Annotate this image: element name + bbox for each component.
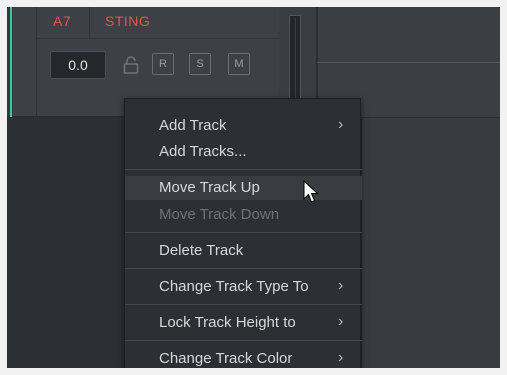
menu-item-label: Move Track Down xyxy=(159,206,280,223)
menu-item-label: Add Track xyxy=(159,117,227,134)
menu-separator xyxy=(125,232,362,233)
menu-separator xyxy=(125,340,362,341)
mouse-pointer-icon xyxy=(303,180,319,203)
track-context-menu: Add Track › Add Tracks... Move Track Up … xyxy=(124,98,362,368)
lane-divider xyxy=(317,62,500,63)
menu-item-add-tracks[interactable]: Add Tracks... xyxy=(125,140,362,164)
menu-separator xyxy=(125,304,362,305)
track-color-indicator xyxy=(10,7,12,117)
menu-item-label: Change Track Color xyxy=(159,350,293,367)
mute-button[interactable]: M xyxy=(228,53,250,75)
menu-item-change-track-type[interactable]: Change Track Type To › xyxy=(125,275,362,299)
track-header-empty-area xyxy=(7,118,127,368)
track-color-strip xyxy=(7,7,13,117)
track-id: A7 xyxy=(53,13,72,29)
track-id-divider xyxy=(89,7,90,39)
track-name-row: A7 STING xyxy=(37,7,279,39)
daw-window: A7 STING 0.0 R S M Add Track › Add Track… xyxy=(7,7,500,368)
solo-button[interactable]: S xyxy=(189,53,211,75)
menu-item-change-track-color[interactable]: Change Track Color › xyxy=(125,347,362,368)
lock-icon[interactable] xyxy=(122,55,140,75)
chevron-right-icon: › xyxy=(338,116,344,133)
menu-item-add-track[interactable]: Add Track › xyxy=(125,114,362,138)
menu-item-label: Add Tracks... xyxy=(159,143,247,160)
chevron-right-icon: › xyxy=(338,313,344,330)
menu-item-lock-track-height[interactable]: Lock Track Height to › xyxy=(125,311,362,335)
chevron-right-icon: › xyxy=(338,349,344,366)
menu-item-move-track-up[interactable]: Move Track Up xyxy=(125,176,362,200)
menu-item-label: Delete Track xyxy=(159,242,244,259)
track-volume-field[interactable]: 0.0 xyxy=(50,51,106,79)
chevron-right-icon: › xyxy=(338,277,344,294)
menu-separator xyxy=(125,169,362,170)
menu-item-delete-track[interactable]: Delete Track xyxy=(125,239,362,263)
meter-divider xyxy=(295,18,296,104)
menu-item-label: Lock Track Height to xyxy=(159,314,296,331)
menu-item-move-track-down: Move Track Down xyxy=(125,203,362,227)
track-name[interactable]: STING xyxy=(105,13,150,29)
menu-item-label: Change Track Type To xyxy=(159,278,309,295)
audio-level-meter xyxy=(289,15,301,105)
timeline-empty-area xyxy=(362,118,500,368)
record-arm-button[interactable]: R xyxy=(152,53,174,75)
menu-item-label: Move Track Up xyxy=(159,179,260,196)
menu-separator xyxy=(125,268,362,269)
